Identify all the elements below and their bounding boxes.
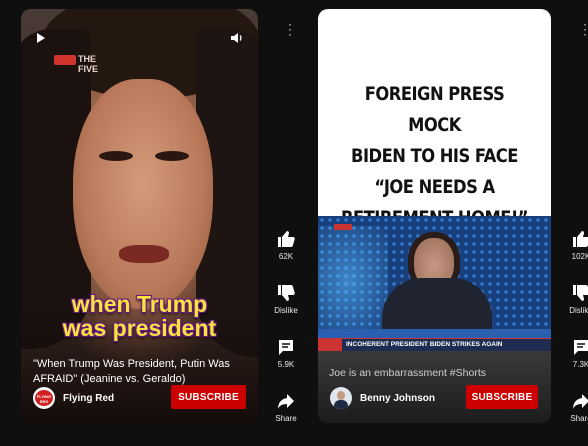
subscribe-button[interactable]: SUBSCRIBE [171, 385, 246, 409]
like-button[interactable]: 102K [572, 230, 588, 284]
comment-icon [574, 340, 588, 355]
comments-button[interactable]: 7.3K [572, 338, 588, 392]
thumbs-up-icon [573, 231, 588, 247]
speaker-face [73, 79, 213, 309]
channel-name[interactable]: Benny Johnson [360, 393, 435, 404]
dislike-button[interactable]: Dislike [569, 284, 588, 338]
action-bar-1: 62K Dislike 5.9K Share [268, 230, 304, 446]
thumbs-down-icon [278, 285, 295, 301]
subscribe-button[interactable]: SUBSCRIBE [466, 385, 538, 409]
channel-info[interactable]: FLYING RED Flying Red [33, 387, 114, 409]
channel-avatar[interactable] [330, 387, 352, 409]
like-button[interactable]: 62K [277, 230, 295, 284]
more-options-icon[interactable]: ⋮ [578, 22, 588, 36]
video-title[interactable]: "When Trump Was President, Putin Was AFR… [33, 357, 245, 387]
headline-text: FOREIGN PRESS MOCK BIDEN TO HIS FACE “JO… [341, 83, 529, 229]
play-icon[interactable] [37, 33, 45, 43]
video-caption: when Trump was president [62, 291, 217, 341]
share-button[interactable]: Share [275, 392, 297, 446]
more-options-icon[interactable]: ⋮ [283, 22, 297, 36]
channel-info[interactable]: Benny Johnson [330, 387, 435, 409]
video-title[interactable]: Joe is an embarrassment #Shorts [329, 367, 486, 379]
network-logo: THE FIVE [54, 53, 112, 74]
action-bar-2: 102K Dislike 7.3K Share [563, 230, 588, 446]
channel-avatar[interactable]: FLYING RED [33, 387, 55, 409]
comment-icon [279, 340, 293, 355]
dislike-button[interactable]: Dislike [274, 284, 298, 338]
news-ticker: INCOHERENT PRESIDENT BIDEN STRIKES AGAIN [318, 338, 551, 351]
volume-icon[interactable] [230, 31, 244, 45]
short-video-1[interactable]: THE FIVE when Trump was president "When … [21, 9, 258, 423]
share-icon [572, 394, 588, 409]
share-button[interactable]: Share [570, 392, 588, 446]
share-icon [277, 394, 294, 409]
news-clip: INCOHERENT PRESIDENT BIDEN STRIKES AGAIN [318, 216, 551, 351]
thumbs-up-icon [278, 231, 295, 247]
thumbs-down-icon [573, 285, 588, 301]
short-video-2[interactable]: FOREIGN PRESS MOCK BIDEN TO HIS FACE “JO… [318, 9, 551, 423]
channel-name[interactable]: Flying Red [63, 393, 114, 404]
network-bug [334, 224, 352, 230]
comments-button[interactable]: 5.9K [277, 338, 295, 392]
